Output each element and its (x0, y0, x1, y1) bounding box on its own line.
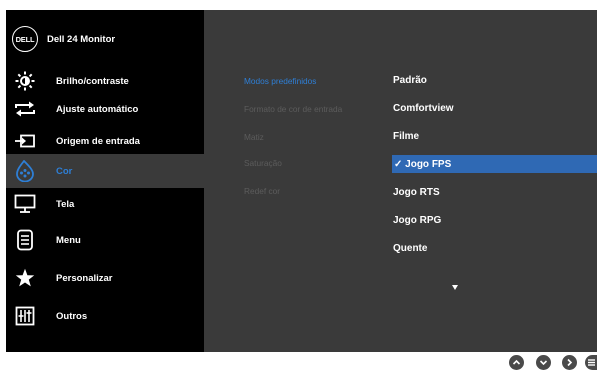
color-settings-panel (204, 10, 597, 352)
sidebar-item-others[interactable]: Outros (6, 304, 204, 328)
setting-saturation[interactable]: Saturação (244, 158, 282, 168)
sidebar-item-label: Brilho/contraste (56, 75, 129, 87)
brightness-icon (14, 70, 36, 92)
preset-option[interactable]: Padrão (379, 71, 597, 89)
setting-input-color-format[interactable]: Formato de cor de entrada (244, 104, 342, 114)
menu-icon (14, 229, 36, 251)
chevron-down-icon (539, 360, 548, 366)
preset-option[interactable]: Filme (379, 127, 597, 145)
sidebar-item-personalize[interactable]: Personalizar (6, 266, 204, 290)
down-button[interactable] (536, 355, 551, 370)
color-palette-icon (14, 160, 36, 182)
setting-hue[interactable]: Matiz (244, 132, 264, 142)
star-icon (14, 267, 36, 289)
setting-reset-color[interactable]: Redef cor (244, 186, 280, 196)
right-button[interactable] (562, 355, 577, 370)
sidebar-item-menu[interactable]: Menu (6, 228, 204, 252)
setting-preset-modes[interactable]: Modos predefinidos (244, 76, 316, 86)
up-button[interactable] (509, 355, 524, 370)
dell-logo: DELL (12, 26, 38, 52)
preset-option[interactable]: Quente (379, 239, 597, 257)
preset-option[interactable]: Jogo RPG (379, 211, 597, 229)
preset-option-selected[interactable]: ✓ Jogo FPS (392, 155, 597, 173)
sidebar-item-input-source[interactable]: Origem de entrada (6, 130, 204, 152)
auto-adjust-icon (14, 98, 36, 120)
sidebar-item-label: Outros (56, 310, 88, 322)
menu-lines-icon (588, 359, 595, 366)
preset-option[interactable]: Jogo RTS (379, 183, 597, 201)
chevron-right-icon (567, 358, 573, 367)
sidebar-item-label: Personalizar (56, 272, 113, 284)
others-icon (14, 305, 36, 327)
osd-window: DELL Dell 24 Monitor Brilho/contraste Aj… (6, 10, 597, 352)
sidebar-item-label: Origem de entrada (56, 135, 140, 147)
sidebar-item-auto-adjust[interactable]: Ajuste automático (6, 98, 204, 120)
sidebar-item-label: Tela (56, 198, 75, 210)
sidebar-item-label: Ajuste automático (56, 103, 139, 115)
chevron-up-icon (512, 359, 521, 365)
sidebar-item-label: Menu (56, 234, 81, 246)
brand-header: DELL Dell 24 Monitor (6, 24, 115, 54)
monitor-title: Dell 24 Monitor (47, 33, 116, 45)
chevron-down-icon[interactable] (452, 285, 458, 290)
sidebar: DELL Dell 24 Monitor Brilho/contraste Aj… (6, 10, 204, 352)
input-source-icon (14, 130, 36, 152)
preset-option[interactable]: Comfortview (379, 99, 597, 117)
sidebar-item-color[interactable]: Cor (6, 154, 204, 188)
sidebar-item-display[interactable]: Tela (6, 192, 204, 216)
display-icon (14, 193, 36, 215)
sidebar-item-brightness[interactable]: Brilho/contraste (6, 70, 204, 92)
menu-button[interactable] (585, 355, 597, 370)
sidebar-item-label: Cor (56, 165, 73, 177)
